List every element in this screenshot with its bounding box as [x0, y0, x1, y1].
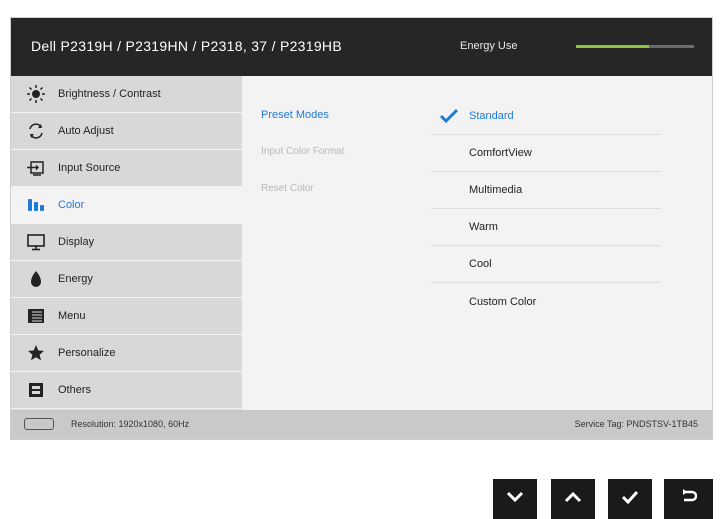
option-label: Warm — [469, 221, 498, 233]
submenu-input-color-format[interactable]: Input Color Format — [261, 146, 344, 157]
option-label: Multimedia — [469, 184, 523, 196]
energy-use-label: Energy Use — [460, 40, 518, 52]
confirm-button[interactable] — [608, 479, 652, 519]
menu-item-input-source[interactable]: Input Source — [11, 150, 242, 187]
others-icon — [26, 380, 46, 400]
input-source-icon — [26, 158, 46, 178]
option-standard[interactable]: Standard — [431, 98, 661, 135]
menu-item-menu[interactable]: Menu — [11, 298, 242, 335]
option-warm[interactable]: Warm — [431, 209, 661, 246]
option-label: Custom Color — [469, 295, 537, 308]
option-custom-color[interactable]: Custom Color — [431, 283, 661, 320]
option-label: ComfortView — [469, 147, 532, 159]
menu-item-label: Auto Adjust — [58, 125, 114, 137]
service-tag-info: Service Tag: PNDSTSV-1TB45 — [574, 419, 698, 429]
menu-item-label: Input Source — [58, 162, 121, 174]
up-icon — [564, 490, 582, 508]
energy-use-meter — [576, 45, 694, 48]
osd-footer: Resolution: 1920x1080, 60Hz Service Tag:… — [11, 410, 712, 439]
sun-icon — [26, 84, 46, 104]
check-icon — [431, 108, 459, 124]
submenu-reset-color[interactable]: Reset Color — [261, 183, 314, 194]
menu-item-personalize[interactable]: Personalize — [11, 335, 242, 372]
submenu-preset-modes[interactable]: Preset Modes — [261, 109, 329, 121]
monitor-icon — [26, 232, 46, 252]
menu-item-others[interactable]: Others — [11, 372, 242, 409]
menu-item-label: Brightness / Contrast — [58, 88, 161, 100]
menu-item-label: Personalize — [58, 347, 116, 359]
check-icon — [621, 490, 639, 509]
option-comfortview[interactable]: ComfortView — [431, 135, 661, 172]
energy-use-fill — [576, 45, 650, 48]
energy-icon — [26, 269, 46, 289]
monitor-model-title: Dell P2319H / P2319HN / P2318, 37 / P231… — [31, 38, 342, 54]
menu-item-label: Color — [58, 199, 85, 211]
menu-item-display[interactable]: Display — [11, 224, 242, 261]
up-button[interactable] — [551, 479, 595, 519]
menu-item-label: Menu — [58, 310, 86, 322]
menu-item-energy[interactable]: Energy — [11, 261, 242, 298]
osd-header: Dell P2319H / P2319HN / P2318, 37 / P231… — [11, 18, 712, 76]
menu-item-color[interactable]: Color — [11, 187, 242, 224]
color-icon — [26, 195, 46, 215]
menu-item-label: Energy — [58, 273, 93, 285]
option-cool[interactable]: Cool — [431, 246, 661, 283]
down-icon — [506, 490, 524, 508]
down-button[interactable] — [493, 479, 537, 519]
back-button[interactable] — [664, 479, 713, 519]
back-icon — [681, 488, 697, 511]
resolution-info: Resolution: 1920x1080, 60Hz — [71, 419, 190, 429]
option-label: Cool — [469, 258, 492, 270]
menu-item-auto-adjust[interactable]: Auto Adjust — [11, 113, 242, 150]
menu-icon — [26, 306, 46, 326]
menu-item-label: Others — [58, 384, 92, 396]
option-multimedia[interactable]: Multimedia — [431, 172, 661, 209]
menu-item-label: Display — [58, 236, 95, 248]
star-icon — [26, 343, 46, 363]
option-label: Standard — [469, 110, 514, 122]
hdmi-cable-icon — [24, 418, 54, 430]
menu-item-brightness-contrast[interactable]: Brightness / Contrast — [11, 76, 242, 113]
osd-body: Brightness / Contrast Auto Adjust Input … — [11, 76, 712, 410]
osd-window: Dell P2319H / P2319HN / P2318, 37 / P231… — [10, 17, 713, 440]
auto-adjust-icon — [26, 121, 46, 141]
main-menu: Brightness / Contrast Auto Adjust Input … — [11, 76, 242, 410]
